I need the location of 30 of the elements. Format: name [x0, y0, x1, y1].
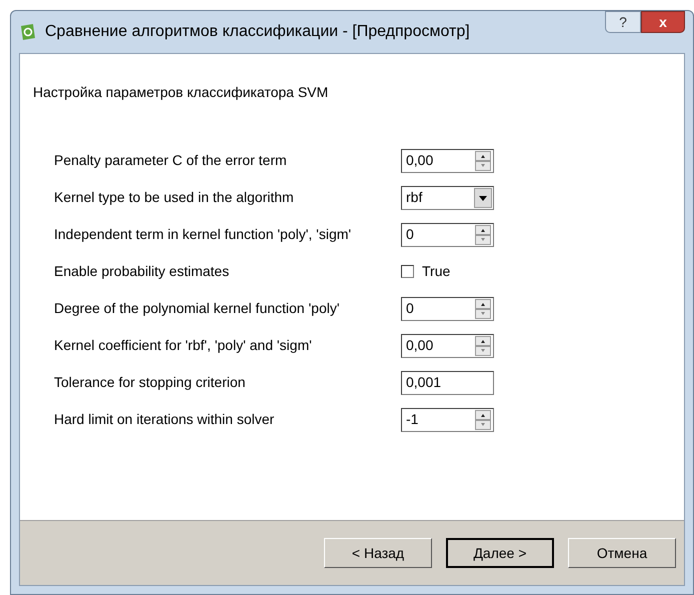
page-heading: Настройка параметров классификатора SVM — [33, 83, 330, 102]
window-title: Сравнение алгоритмов классификации - [Предпросмотр] — [45, 22, 471, 42]
dialog-button[interactable]: < Назад — [324, 538, 432, 568]
parameter-label: Degree of the polynomial kernel function 'poly' — [54, 299, 341, 318]
spin-arrows-icon[interactable] — [475, 224, 491, 244]
spin-box[interactable]: 0 — [401, 296, 494, 320]
spin-arrows-icon[interactable] — [475, 150, 491, 170]
checkbox[interactable] — [401, 265, 414, 278]
dialog-button[interactable]: Далее > — [446, 538, 554, 568]
spin-box[interactable]: 0 — [401, 222, 494, 246]
app-logo-icon — [19, 23, 37, 41]
parameter-label: Tolerance for stopping criterion — [54, 373, 246, 392]
parameter-label: Hard limit on iterations within solver — [54, 410, 276, 429]
spin-box[interactable]: 0,00 — [401, 148, 494, 172]
dialog-button[interactable]: Отмена — [568, 538, 676, 568]
parameter-label: Enable probability estimates — [54, 262, 230, 281]
spin-arrows-icon[interactable] — [475, 298, 491, 318]
parameter-label: Kernel type to be used in the algorithm — [54, 188, 295, 207]
spin-arrows-icon[interactable] — [475, 410, 491, 430]
parameter-label: Penalty parameter C of the error term — [54, 151, 288, 170]
close-button[interactable]: x — [641, 11, 685, 33]
spin-box[interactable]: 0,00 — [401, 334, 494, 358]
spin-arrows-icon[interactable] — [475, 336, 491, 356]
help-button[interactable]: ? — [605, 11, 641, 33]
checkbox-label: True — [422, 262, 450, 281]
parameter-label: Kernel coefficient for 'rbf', 'poly' and 'sigm' — [54, 336, 313, 355]
parameter-label: Independent term in kernel function 'poly', 'sigm' — [54, 225, 352, 244]
spin-box[interactable]: -1 — [401, 408, 494, 432]
combo-box[interactable]: rbf — [401, 186, 494, 210]
text-field[interactable]: 0,001 — [401, 370, 494, 394]
